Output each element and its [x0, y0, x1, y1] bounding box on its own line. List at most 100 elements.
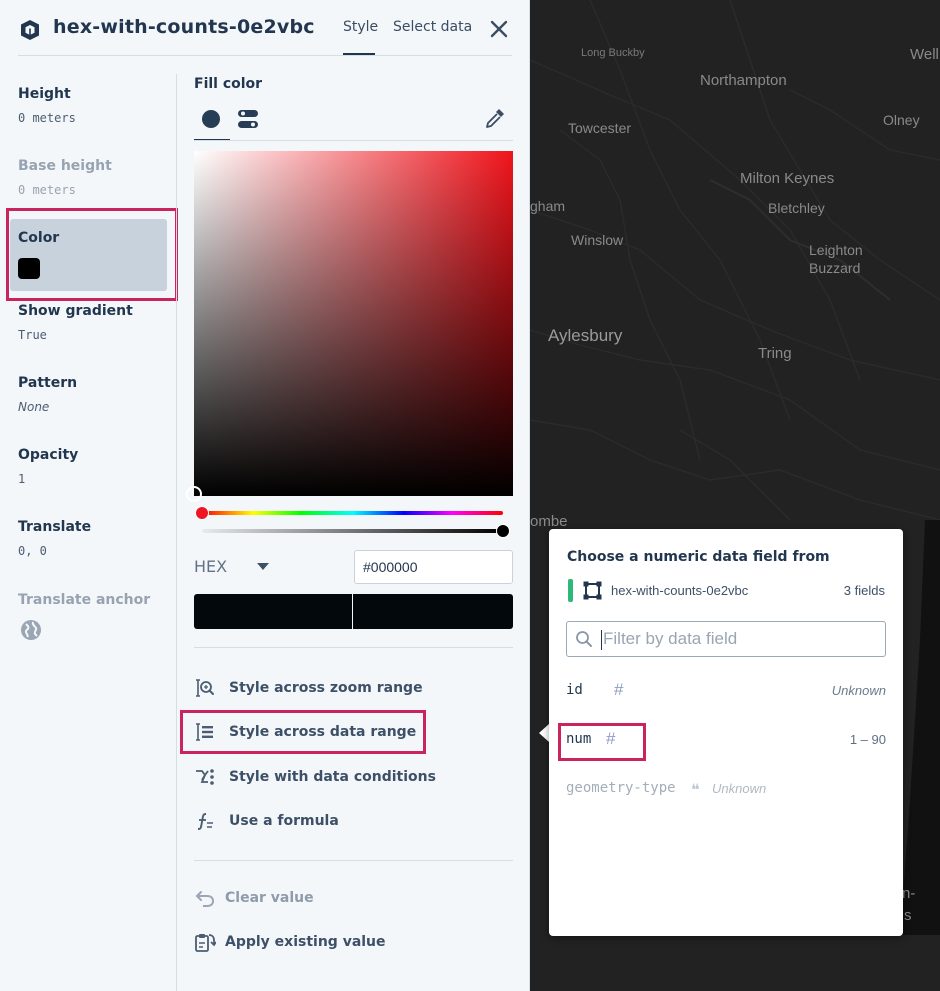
option-label: Style across zoom range [229, 680, 423, 696]
hex-input[interactable] [354, 550, 513, 584]
option-label: Use a formula [229, 813, 339, 829]
layer-title: hex-with-counts-0e2vbc [53, 16, 315, 38]
options-divider [194, 647, 513, 648]
map-label: Bletchley [768, 200, 825, 216]
property-value: True [18, 328, 47, 342]
property-pattern[interactable]: Pattern None [18, 375, 77, 414]
saturation-value-picker[interactable] [194, 151, 513, 496]
use-a-formula-button[interactable]: Use a formula [194, 807, 339, 835]
map-label: s [904, 907, 912, 924]
highlight-box [558, 723, 646, 761]
property-label: Translate [18, 519, 92, 535]
style-across-zoom-range-button[interactable]: Style across zoom range [194, 674, 423, 702]
map-label: Buzzard [809, 260, 861, 276]
map-label: Winslow [571, 232, 624, 248]
action-label: Clear value [225, 890, 314, 906]
property-label: Pattern [18, 375, 78, 391]
property-value: 0, 0 [18, 544, 47, 558]
saturation-value-handle[interactable] [186, 486, 202, 502]
panel-header: hex-with-counts-0e2vbc Style Select data [0, 0, 530, 58]
property-label: Height [18, 86, 71, 102]
clear-value-button[interactable]: Clear value [194, 884, 314, 912]
property-base-height[interactable]: Base height 0 meters [18, 158, 112, 197]
picker-title: Choose a numeric data field from [567, 549, 830, 565]
map-label: Tring [758, 345, 792, 362]
source-field-count: 3 fields [843, 583, 885, 598]
cube-icon [21, 20, 39, 40]
layer-style-panel: hex-with-counts-0e2vbc Style Select data… [0, 0, 530, 991]
eyedropper-icon[interactable] [483, 106, 507, 130]
property-show-gradient[interactable]: Show gradient True [18, 303, 133, 342]
property-value: None [18, 400, 50, 414]
tab-select-data[interactable]: Select data [393, 19, 472, 35]
property-label: Show gradient [18, 303, 133, 319]
map-label: Olney [883, 112, 920, 128]
field-range: Unknown [831, 683, 886, 698]
mode-divider [194, 140, 513, 141]
color-format-label[interactable]: HEX [194, 557, 227, 576]
apply-value-icon [195, 934, 216, 952]
highlight-box [180, 710, 426, 754]
string-type-icon: ❝ [691, 782, 700, 799]
field-range: 1 – 90 [849, 732, 886, 747]
map-label: n- [902, 885, 916, 902]
map-label: gham [530, 198, 566, 214]
chevron-down-icon[interactable] [257, 563, 269, 570]
source-color-indicator [568, 579, 573, 602]
data-conditions-icon [196, 769, 214, 785]
property-label: Opacity [18, 447, 79, 463]
field-name: geometry-type [566, 780, 676, 796]
undo-icon [195, 891, 215, 907]
solid-mode-icon[interactable] [202, 110, 220, 128]
highlight-box [6, 208, 178, 301]
hue-slider[interactable] [202, 511, 503, 515]
map-label: Leighton [809, 242, 863, 258]
popover-arrow [539, 724, 549, 742]
color-preview-new [194, 594, 352, 629]
close-icon[interactable] [488, 18, 510, 40]
number-type-icon: # [614, 680, 624, 699]
alpha-slider[interactable] [202, 529, 503, 533]
source-name: hex-with-counts-0e2vbc [611, 583, 749, 598]
style-with-data-conditions-button[interactable]: Style with data conditions [194, 763, 436, 791]
color-preview-previous[interactable] [353, 594, 513, 629]
option-label: Style with data conditions [229, 769, 436, 785]
actions-divider [194, 860, 513, 861]
field-option-id[interactable]: id # Unknown [566, 680, 886, 704]
field-option-geometry-type: geometry-type ❝ Unknown [566, 778, 886, 802]
map-label: Northampton [700, 72, 787, 89]
filter-field[interactable] [566, 621, 886, 657]
property-translate[interactable]: Translate 0, 0 [18, 519, 91, 558]
action-label: Apply existing value [225, 934, 386, 950]
property-translate-anchor[interactable]: Translate anchor [18, 592, 150, 608]
map-label: Aylesbury [548, 326, 623, 345]
map-label: Towcester [568, 120, 632, 136]
filter-input[interactable] [603, 626, 873, 652]
tab-style[interactable]: Style [343, 19, 378, 35]
property-value: 0 meters [18, 111, 76, 125]
gradient-mode-icon[interactable] [237, 109, 259, 129]
field-range: Unknown [712, 781, 767, 796]
panel-divider [176, 74, 177, 991]
formula-icon [197, 813, 213, 830]
header-divider [18, 55, 512, 56]
fill-color-label: Fill color [194, 76, 263, 92]
property-value: 0 meters [18, 183, 76, 197]
alpha-slider-handle[interactable] [496, 524, 510, 538]
property-label: Translate anchor [18, 592, 151, 608]
polygon-layer-icon [583, 581, 602, 600]
property-height[interactable]: Height 0 meters [18, 86, 76, 125]
data-field-picker: Choose a numeric data field from hex-wit… [549, 529, 903, 936]
globe-icon [21, 620, 41, 640]
hue-slider-handle[interactable] [195, 506, 209, 520]
property-label: Base height [18, 158, 112, 174]
apply-existing-value-button[interactable]: Apply existing value [194, 928, 386, 956]
property-opacity[interactable]: Opacity 1 [18, 447, 78, 486]
property-value: 1 [18, 472, 26, 486]
map-label: Well [910, 46, 939, 63]
map-label: Long Buckby [581, 47, 645, 59]
field-name: id [566, 682, 583, 698]
map-label: Milton Keynes [740, 170, 835, 187]
zoom-range-icon [196, 679, 214, 697]
search-icon [576, 631, 592, 647]
